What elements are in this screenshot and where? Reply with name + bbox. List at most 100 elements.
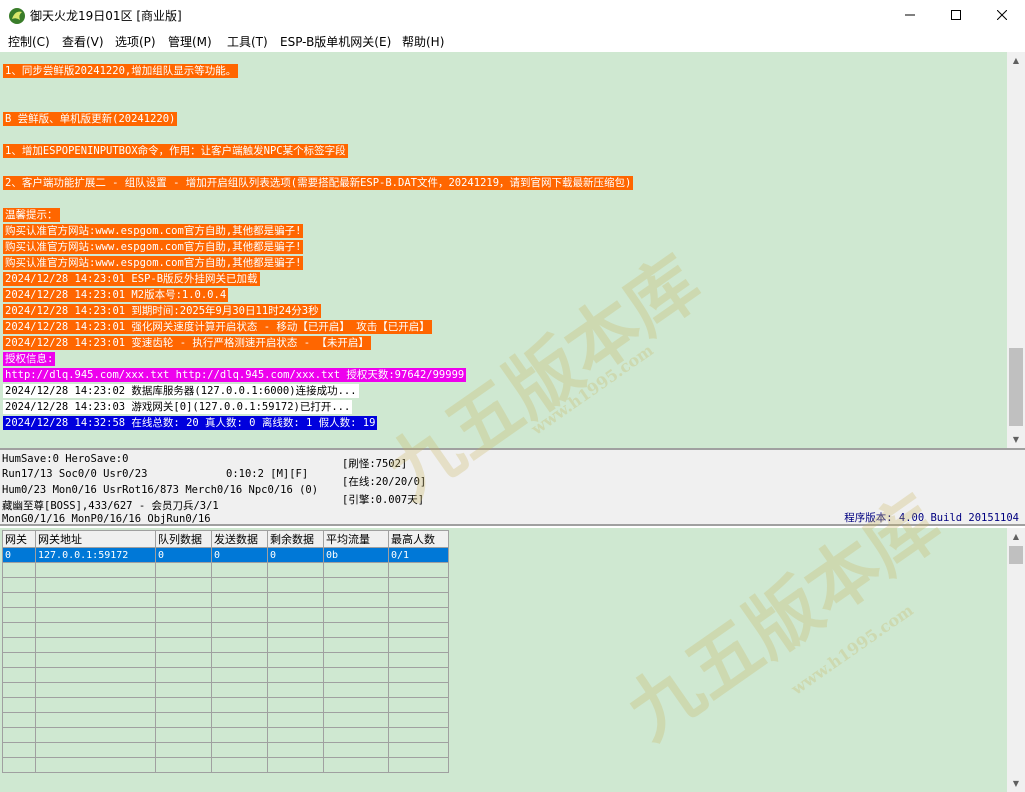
log-scrollbar[interactable]: ▲ ▼ (1007, 52, 1025, 448)
empty-cell (155, 562, 212, 578)
maximize-button[interactable] (933, 0, 979, 30)
log-line: 2024/12/28 14:23:01 ESP-B版反外挂网关已加载 (3, 272, 260, 286)
log-line: http://dlq.945.com/xxx.txt http://dlq.94… (3, 368, 467, 382)
empty-cell (267, 562, 324, 578)
log-line: 2024/12/28 14:23:01 变速齿轮 - 执行严格测速开启状态 - … (3, 336, 371, 350)
empty-cell (323, 712, 389, 728)
empty-cell (2, 562, 36, 578)
log-pane[interactable]: 1、同步尝鲜版20241220,增加组队显示等功能。 B 尝鲜版、单机版更新(2… (0, 52, 1007, 448)
log-line: 购买认准官方网站:www.espgom.com官方自助,其他都是骗子! (3, 256, 304, 270)
empty-cell (323, 697, 389, 713)
log-scroll-thumb[interactable] (1009, 348, 1023, 426)
empty-table-row (2, 592, 449, 608)
empty-cell (211, 637, 268, 653)
menu-options[interactable]: 选项(P) (115, 33, 156, 50)
empty-cell (323, 562, 389, 578)
empty-cell (267, 667, 324, 683)
program-version: 程序版本: 4.00 Build 20151104 (844, 512, 1019, 524)
empty-cell (35, 682, 156, 698)
scroll-up-arrow-icon[interactable]: ▲ (1007, 52, 1025, 69)
table-row[interactable]: 0 127.0.0.1:59172 0 0 0 0b 0/1 (2, 547, 449, 563)
empty-cell (155, 637, 212, 653)
log-line: 购买认准官方网站:www.espgom.com官方自助,其他都是骗子! (3, 224, 304, 238)
log-line: 1、增加ESPOPENINPUTBOX命令，作用：让客户端触发NPC某个标签字段 (3, 144, 348, 158)
empty-cell (211, 592, 268, 608)
menu-control[interactable]: 控制(C) (8, 33, 50, 50)
empty-cell (2, 652, 36, 668)
status-mon: MonG0/1/16 MonP0/16/16 ObjRun0/16 (2, 513, 211, 525)
col-max-players[interactable]: 最高人数 (388, 530, 449, 548)
col-send[interactable]: 发送数据 (211, 530, 268, 548)
cell-address: 127.0.0.1:59172 (35, 547, 156, 563)
cell-queue: 0 (155, 547, 212, 563)
gateway-pane[interactable]: 网关 网关地址 队列数据 发送数据 剩余数据 平均流量 最高人数 0 127.0… (0, 528, 1007, 792)
status-online: [在线:20/20/0] (342, 474, 427, 489)
col-address[interactable]: 网关地址 (35, 530, 156, 548)
scroll-up-arrow-icon[interactable]: ▲ (1007, 528, 1025, 545)
status-hum: Hum0/23 Mon0/16 UsrRot16/873 Merch0/16 N… (2, 484, 319, 496)
empty-cell (2, 592, 36, 608)
empty-cell (155, 697, 212, 713)
empty-cell (211, 682, 268, 698)
empty-cell (35, 697, 156, 713)
menu-esp-gateway[interactable]: ESP-B版单机网关(E) (280, 33, 391, 50)
menu-view[interactable]: 查看(V) (62, 33, 104, 50)
minimize-icon (905, 14, 915, 16)
empty-cell (323, 637, 389, 653)
empty-cell (388, 592, 449, 608)
empty-cell (35, 667, 156, 683)
col-gateway[interactable]: 网关 (2, 530, 36, 548)
empty-cell (35, 562, 156, 578)
empty-cell (388, 742, 449, 758)
empty-cell (388, 577, 449, 593)
empty-table-row (2, 667, 449, 683)
scroll-down-arrow-icon[interactable]: ▼ (1007, 431, 1025, 448)
empty-cell (155, 742, 212, 758)
gateway-scroll-thumb[interactable] (1009, 546, 1023, 564)
empty-cell (388, 607, 449, 623)
empty-cell (35, 577, 156, 593)
table-header-row: 网关 网关地址 队列数据 发送数据 剩余数据 平均流量 最高人数 (2, 530, 449, 548)
empty-cell (35, 712, 156, 728)
empty-table-row (2, 622, 449, 638)
empty-cell (323, 652, 389, 668)
scroll-down-arrow-icon[interactable]: ▼ (1007, 775, 1025, 792)
log-line: 1、同步尝鲜版20241220,增加组队显示等功能。 (3, 64, 239, 78)
empty-table-row (2, 637, 449, 653)
col-remain[interactable]: 剩余数据 (267, 530, 324, 548)
empty-table-row (2, 577, 449, 593)
empty-table-row (2, 712, 449, 728)
empty-cell (267, 727, 324, 743)
log-line: 2024/12/28 14:23:03 游戏网关[0](127.0.0.1:59… (3, 400, 353, 414)
cell-avg-traffic: 0b (323, 547, 389, 563)
status-run: Run17/13 Soc0/0 Usr0/23 (2, 468, 148, 480)
empty-cell (2, 622, 36, 638)
close-button[interactable] (979, 0, 1025, 30)
empty-table-row (2, 607, 449, 623)
menu-tools[interactable]: 工具(T) (227, 33, 268, 50)
log-line: 2024/12/28 14:32:58 在线总数: 20 真人数: 0 离线数:… (3, 416, 378, 430)
minimize-button[interactable] (887, 0, 933, 30)
empty-cell (323, 757, 389, 773)
empty-cell (35, 742, 156, 758)
empty-cell (267, 757, 324, 773)
log-line: B 尝鲜版、单机版更新(20241220) (3, 112, 178, 126)
empty-cell (211, 622, 268, 638)
menu-manage[interactable]: 管理(M) (168, 33, 212, 50)
empty-cell (267, 577, 324, 593)
empty-cell (211, 577, 268, 593)
gateway-table: 网关 网关地址 队列数据 发送数据 剩余数据 平均流量 最高人数 0 127.0… (2, 530, 449, 773)
empty-cell (388, 652, 449, 668)
empty-cell (155, 712, 212, 728)
empty-cell (267, 652, 324, 668)
empty-table-row (2, 757, 449, 773)
menu-help[interactable]: 帮助(H) (402, 33, 444, 50)
col-queue[interactable]: 队列数据 (155, 530, 212, 548)
col-avg-traffic[interactable]: 平均流量 (323, 530, 389, 548)
empty-cell (2, 757, 36, 773)
empty-cell (2, 577, 36, 593)
cell-remain: 0 (267, 547, 324, 563)
status-refresh: [刷怪:7502] (342, 456, 408, 471)
gateway-scrollbar[interactable]: ▲ ▼ (1007, 528, 1025, 792)
empty-cell (323, 667, 389, 683)
